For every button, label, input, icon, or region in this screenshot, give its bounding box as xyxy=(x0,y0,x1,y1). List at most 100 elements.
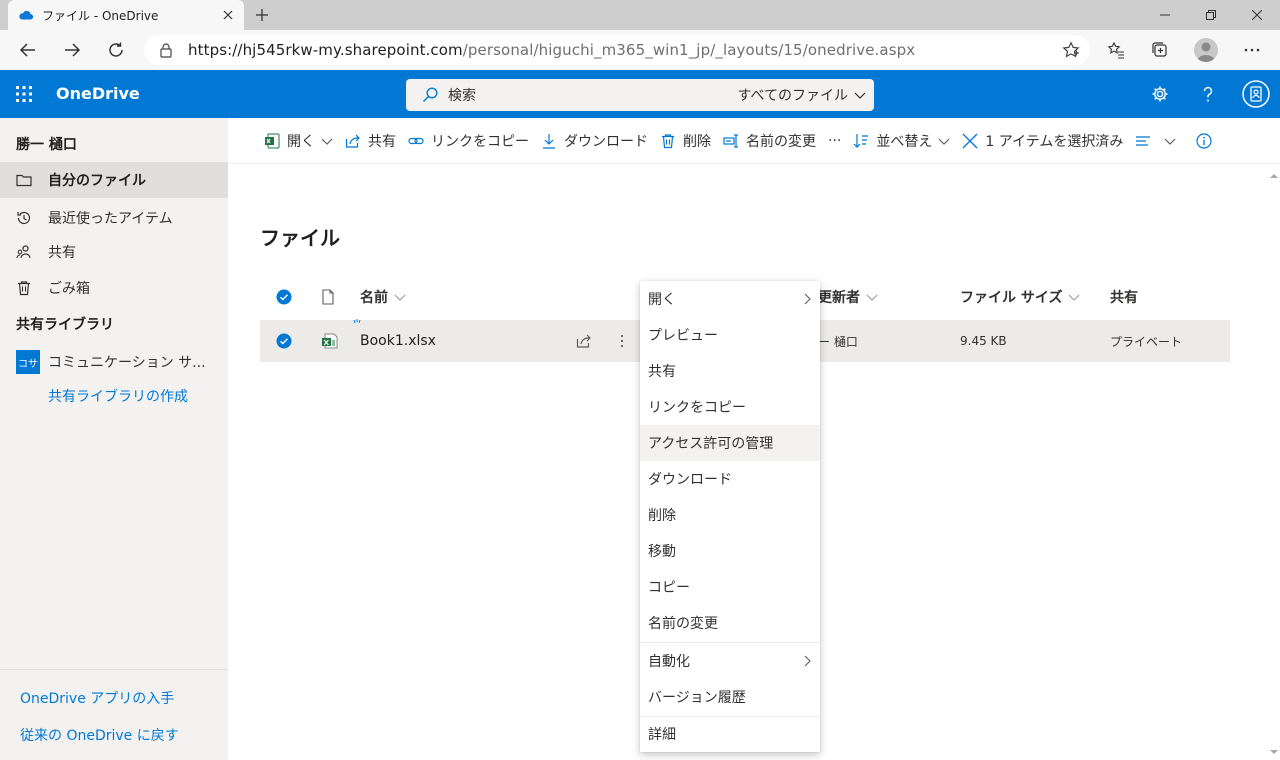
row-share-icon[interactable] xyxy=(576,320,592,362)
file-size-column-header[interactable]: ファイル サイズ xyxy=(960,276,1080,318)
app-launcher-waffle-icon[interactable] xyxy=(0,70,48,118)
menu-item-label: 名前の変更 xyxy=(648,616,718,632)
forward-arrow-icon[interactable] xyxy=(58,36,86,64)
menu-item-automate[interactable]: 自動化 xyxy=(640,643,820,679)
open-button[interactable]: 開く xyxy=(258,125,339,157)
menu-item-open[interactable]: 開く xyxy=(640,281,820,317)
file-name-link[interactable]: Book1.xlsx xyxy=(360,320,436,362)
search-scope-dropdown[interactable]: すべてのファイル xyxy=(738,85,866,105)
menu-item-label: コピー xyxy=(648,580,690,596)
rename-button[interactable]: 名前の変更 xyxy=(717,125,822,157)
menu-item-label: 削除 xyxy=(648,508,676,524)
sidebar-item-library[interactable]: コサ コミュニケーション サ... xyxy=(0,344,228,380)
command-bar: 開く 共有 リンクをコピー ダウンロード 削除 名前の変更 ··· 並べ替え 1… xyxy=(228,118,1280,164)
modified-by-column-header[interactable]: 更新者 xyxy=(818,276,878,318)
browser-tab-strip: ファイル - OneDrive xyxy=(0,0,1280,30)
sidebar-divider xyxy=(0,669,228,670)
collections-icon[interactable] xyxy=(1146,36,1174,64)
row-checkbox[interactable] xyxy=(276,320,292,362)
settings-gear-icon[interactable] xyxy=(1136,70,1184,118)
excel-file-icon xyxy=(322,333,338,349)
favorite-star-icon[interactable] xyxy=(1062,41,1080,59)
checkmark-circle-icon xyxy=(276,333,292,349)
menu-item-move[interactable]: 移動 xyxy=(640,533,820,569)
browser-tab[interactable]: ファイル - OneDrive xyxy=(8,0,244,30)
tab-close-icon[interactable] xyxy=(220,7,236,23)
classic-onedrive-link[interactable]: 従来の OneDrive に戻す xyxy=(20,725,179,745)
info-button[interactable] xyxy=(1190,125,1225,157)
menu-item-details[interactable]: 詳細 xyxy=(640,716,820,752)
people-icon xyxy=(16,245,31,259)
menu-item-copy-link[interactable]: リンクをコピー xyxy=(640,389,820,425)
get-app-link[interactable]: OneDrive アプリの入手 xyxy=(20,688,174,708)
share-label: 共有 xyxy=(368,133,396,150)
new-tab-plus-icon[interactable] xyxy=(252,5,272,25)
restore-icon[interactable] xyxy=(1188,0,1234,30)
menu-item-share[interactable]: 共有 xyxy=(640,353,820,389)
row-more-actions-icon[interactable] xyxy=(614,320,630,362)
window-close-icon[interactable] xyxy=(1234,0,1280,30)
sort-button[interactable]: 並べ替え xyxy=(847,125,956,157)
download-label: ダウンロード xyxy=(564,133,648,150)
menu-item-version-history[interactable]: バージョン履歴 xyxy=(640,679,820,715)
app-brand[interactable]: OneDrive xyxy=(56,70,140,118)
sidebar-item-my-files[interactable]: 自分のファイル xyxy=(0,162,228,198)
trash-icon xyxy=(662,133,674,148)
menu-item-label: 自動化 xyxy=(648,654,690,670)
sidebar-item-recycle-bin[interactable]: ごみ箱 xyxy=(0,270,228,306)
more-options-icon[interactable] xyxy=(1238,36,1266,64)
sidebar-item-recent[interactable]: 最近使ったアイテム xyxy=(0,200,228,236)
sharing-column-header[interactable]: 共有 xyxy=(1110,276,1138,318)
scroll-up-icon xyxy=(1270,174,1278,178)
browser-toolbar: https://hj545rkw-my.sharepoint.com/perso… xyxy=(0,30,1280,70)
chevron-down-icon xyxy=(938,138,950,145)
search-input[interactable]: 検索 すべてのファイル xyxy=(406,79,874,111)
view-options-button[interactable] xyxy=(1129,125,1182,157)
checkmark-circle-icon xyxy=(276,289,292,305)
menu-item-delete[interactable]: 削除 xyxy=(640,497,820,533)
trash-icon xyxy=(18,281,30,296)
account-badge-icon[interactable] xyxy=(1232,70,1280,118)
scrollbar[interactable] xyxy=(1266,164,1280,760)
share-button[interactable]: 共有 xyxy=(339,125,402,157)
menu-item-copy[interactable]: コピー xyxy=(640,569,820,605)
create-library-link[interactable]: 共有ライブラリの作成 xyxy=(0,378,228,414)
search-scope-label: すべてのファイル xyxy=(737,88,848,104)
modified-by-cell: ー 樋口 xyxy=(818,334,858,349)
menu-item-preview[interactable]: プレビュー xyxy=(640,317,820,353)
minimize-icon[interactable] xyxy=(1142,0,1188,30)
menu-item-label: バージョン履歴 xyxy=(648,690,746,706)
more-commands-button[interactable]: ··· xyxy=(822,125,847,157)
chevron-down-icon xyxy=(866,294,878,301)
help-question-icon[interactable] xyxy=(1184,70,1232,118)
menu-item-label: 開く xyxy=(648,292,676,308)
refresh-icon[interactable] xyxy=(102,36,130,64)
sharing-label: 共有 xyxy=(1110,290,1138,306)
modified-by-label: 更新者 xyxy=(818,290,860,306)
library-badge: コサ xyxy=(16,350,40,374)
file-type-column[interactable] xyxy=(320,276,336,318)
favorites-list-icon[interactable] xyxy=(1102,36,1130,64)
profile-avatar[interactable] xyxy=(1194,38,1218,62)
info-icon xyxy=(1196,132,1212,149)
search-icon xyxy=(423,87,438,102)
delete-button[interactable]: 削除 xyxy=(654,125,717,157)
file-size-cell: 9.45 KB xyxy=(960,334,1007,348)
onedrive-header: OneDrive 検索 すべてのファイル xyxy=(0,70,1280,118)
sidebar-item-shared[interactable]: 共有 xyxy=(0,234,228,270)
clear-selection-button[interactable]: 1 アイテムを選択済み xyxy=(956,125,1129,157)
document-icon xyxy=(322,289,334,305)
rename-icon xyxy=(723,133,738,148)
name-column-header[interactable]: 名前 xyxy=(360,276,406,318)
sidebar-item-label: ごみ箱 xyxy=(48,281,90,297)
copy-link-button[interactable]: リンクをコピー xyxy=(402,125,535,157)
menu-item-download[interactable]: ダウンロード xyxy=(640,461,820,497)
back-arrow-icon[interactable] xyxy=(14,36,42,64)
select-all-checkbox[interactable] xyxy=(276,276,292,318)
search-placeholder: 検索 xyxy=(448,88,476,104)
address-bar[interactable]: https://hj545rkw-my.sharepoint.com/perso… xyxy=(144,35,1090,65)
menu-item-manage-access[interactable]: アクセス許可の管理 xyxy=(640,425,820,461)
sort-label: 並べ替え xyxy=(876,133,933,150)
menu-item-rename[interactable]: 名前の変更 xyxy=(640,605,820,641)
download-button[interactable]: ダウンロード xyxy=(535,125,654,157)
